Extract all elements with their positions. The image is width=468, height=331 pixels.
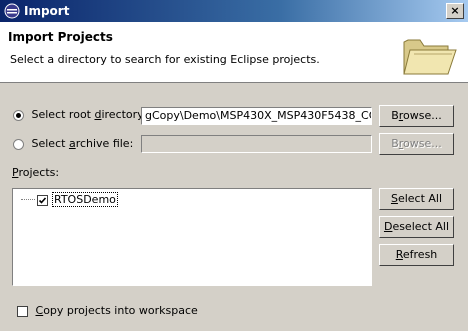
- checkmark-icon: [38, 196, 47, 204]
- open-folder-icon: [403, 39, 457, 75]
- archive-file-field: [141, 135, 372, 153]
- page-title: Import Projects: [8, 30, 113, 44]
- title-bar: Import ×: [0, 0, 468, 22]
- copy-projects-option[interactable]: Copy projects into workspace: [17, 304, 198, 317]
- wizard-header: Import Projects Select a directory to se…: [0, 22, 468, 83]
- root-directory-radio[interactable]: [13, 109, 24, 121]
- deselect-all-button[interactable]: Deselect All: [379, 216, 454, 238]
- tree-connector: [21, 199, 35, 200]
- browse-directory-button[interactable]: Browse...: [379, 105, 454, 127]
- eclipse-icon: [4, 3, 20, 19]
- copy-projects-label: Copy projects into workspace: [35, 304, 198, 317]
- copy-projects-checkbox[interactable]: [17, 305, 28, 317]
- projects-label: Projects:: [12, 166, 60, 179]
- tree-item[interactable]: RTOSDemo: [37, 192, 118, 207]
- archive-file-label: Select archive file:: [31, 137, 134, 150]
- page-description: Select a directory to search for existin…: [10, 53, 320, 66]
- close-button[interactable]: ×: [446, 3, 464, 19]
- browse-archive-button: Browse...: [379, 133, 454, 155]
- projects-tree[interactable]: RTOSDemo: [12, 188, 372, 286]
- archive-file-option[interactable]: Select archive file:: [13, 137, 133, 150]
- archive-file-radio[interactable]: [13, 138, 24, 150]
- project-checkbox[interactable]: [37, 194, 48, 206]
- select-all-button[interactable]: Select All: [379, 188, 454, 210]
- refresh-button[interactable]: Refresh: [379, 244, 454, 266]
- root-directory-option[interactable]: Select root directory:: [13, 108, 147, 121]
- root-directory-label: Select root directory:: [31, 108, 147, 121]
- project-name[interactable]: RTOSDemo: [52, 192, 118, 207]
- root-directory-field[interactable]: gCopy\Demo\MSP430X_MSP430F5438_CCS4: [141, 107, 372, 125]
- window-title: Import: [24, 4, 70, 18]
